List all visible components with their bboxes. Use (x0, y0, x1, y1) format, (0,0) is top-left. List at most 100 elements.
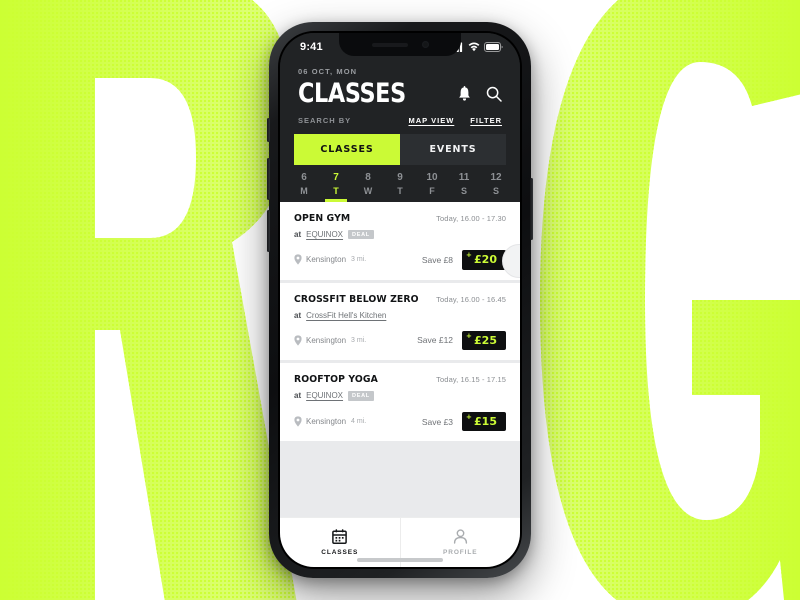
power-button[interactable] (530, 178, 533, 240)
map-view-link[interactable]: MAP VIEW (409, 116, 455, 125)
battery-icon (484, 42, 503, 52)
mute-switch[interactable] (267, 118, 270, 142)
card-header-row: OPEN GYM Today, 16.00 - 17.30 (294, 213, 506, 224)
class-title: ROOFTOP YOGA (294, 374, 378, 386)
front-camera-icon (421, 41, 429, 48)
venue-link[interactable]: EQUINOX (306, 391, 343, 400)
card-venue-row: at CrossFit Hell's Kitchen (294, 311, 506, 320)
at-label: at (294, 391, 302, 401)
venue-link[interactable]: CrossFit Hell's Kitchen (306, 311, 386, 320)
date-item-12[interactable]: 12 S (480, 172, 512, 202)
card-venue-row: at EQUINOX DEAL (294, 391, 506, 401)
volume-up-button[interactable] (267, 158, 270, 200)
phone-device: 9:41 06 OCT, MON CLASSES SEARCH BY MAP V… (267, 22, 533, 578)
filter-link[interactable]: FILTER (470, 116, 502, 125)
location-name: Kensington (306, 335, 347, 345)
date-weekday: F (429, 185, 435, 196)
volume-down-button[interactable] (267, 210, 270, 252)
tab-classes[interactable]: CLASSES (294, 134, 400, 165)
screenshot-stage: 9:41 06 OCT, MON CLASSES SEARCH BY MAP V… (0, 0, 800, 600)
card-footer-row: Kensington 3 mi. Save £12 + £25 (294, 330, 506, 351)
price-badge[interactable]: + £25 (462, 330, 506, 351)
notch (339, 33, 461, 56)
price-group: Save £3 + £15 (421, 411, 506, 432)
earpiece-speaker-icon (371, 42, 408, 47)
class-title: CROSSFIT BELOW ZERO (294, 293, 419, 305)
date-number: 9 (397, 172, 403, 183)
class-card[interactable]: CROSSFIT BELOW ZERO Today, 16.00 - 16.45… (280, 282, 520, 361)
tab-events[interactable]: EVENTS (400, 134, 506, 165)
search-by-row: SEARCH BY MAP VIEW FILTER (298, 116, 502, 134)
deal-badge: DEAL (348, 391, 374, 401)
date-weekday: T (397, 185, 403, 196)
venue-link[interactable]: EQUINOX (306, 230, 343, 239)
segmented-control: CLASSES EVENTS (280, 134, 520, 165)
location-distance: 4 mi. (351, 418, 367, 425)
date-item-7[interactable]: 7 T (320, 172, 352, 202)
date-item-11[interactable]: 11 S (448, 172, 480, 202)
card-header-row: ROOFTOP YOGA Today, 16.15 - 17.15 (294, 374, 506, 385)
page-title: CLASSES (298, 78, 406, 109)
class-card[interactable]: OPEN GYM Today, 16.00 - 17.30 at EQUINOX… (280, 201, 520, 280)
location-pin-icon (294, 416, 302, 427)
savings-label: Save £3 (421, 416, 454, 427)
class-title: OPEN GYM (294, 212, 351, 224)
date-item-9[interactable]: 9 T (384, 172, 416, 202)
price-badge[interactable]: + £15 (462, 411, 506, 432)
price-badge[interactable]: + £20 (462, 250, 506, 270)
calendar-icon (332, 529, 348, 544)
nav-label-classes: CLASSES (321, 549, 359, 556)
bell-icon[interactable] (457, 85, 472, 102)
phone-bezel: 9:41 06 OCT, MON CLASSES SEARCH BY MAP V… (278, 31, 522, 569)
header-link-group: MAP VIEW FILTER (409, 116, 503, 125)
home-indicator[interactable] (357, 558, 443, 562)
date-weekday: W (363, 185, 373, 196)
savings-label: Save £12 (417, 335, 454, 346)
card-footer-row: Kensington 4 mi. Save £3 + £15 (294, 411, 506, 432)
location-group: Kensington 3 mi. (294, 254, 367, 266)
date-number: 7 (333, 172, 339, 183)
date-item-8[interactable]: 8 W (352, 172, 384, 202)
search-by-label: SEARCH BY (298, 116, 352, 125)
price-value: £20 (474, 253, 497, 267)
date-number: 11 (458, 172, 470, 183)
at-label: at (294, 310, 302, 320)
status-bar-time: 9:41 (300, 41, 323, 53)
location-group: Kensington 3 mi. (294, 335, 366, 346)
header-title-row: CLASSES (298, 80, 502, 107)
date-number: 8 (365, 172, 371, 183)
date-item-6[interactable]: 6 M (288, 172, 320, 202)
date-number: 10 (426, 172, 438, 183)
person-icon (453, 529, 467, 544)
class-list[interactable]: OPEN GYM Today, 16.00 - 17.30 at EQUINOX… (280, 201, 520, 517)
location-name: Kensington (306, 417, 347, 426)
search-icon[interactable] (486, 86, 502, 102)
price-prefix: + (466, 251, 472, 260)
location-group: Kensington 4 mi. (294, 416, 366, 427)
app-header: 06 OCT, MON CLASSES SEARCH BY MAP VIEW F… (280, 61, 520, 134)
date-item-10[interactable]: 10 F (416, 172, 448, 202)
location-distance: 3 mi. (351, 336, 367, 344)
price-group: Save £8 + £20 (422, 250, 506, 270)
header-actions (457, 85, 502, 102)
class-time: Today, 16.00 - 16.45 (436, 294, 506, 304)
background-letter-g (540, 0, 800, 600)
card-header-row: CROSSFIT BELOW ZERO Today, 16.00 - 16.45 (294, 294, 506, 305)
price-value: £25 (474, 333, 497, 347)
location-distance: 3 mi. (351, 256, 367, 264)
class-time: Today, 16.00 - 17.30 (436, 213, 506, 223)
bottom-navigation: CLASSES PROFILE (280, 517, 520, 567)
class-time: Today, 16.15 - 17.15 (436, 375, 506, 385)
price-group: Save £12 + £25 (417, 330, 506, 351)
price-prefix: + (466, 412, 472, 421)
class-card[interactable]: ROOFTOP YOGA Today, 16.15 - 17.15 at EQU… (280, 363, 520, 442)
location-pin-icon (294, 254, 302, 266)
card-footer-row: Kensington 3 mi. Save £8 + £20 (294, 250, 506, 270)
deal-badge: DEAL (348, 229, 374, 240)
date-strip: 6 M 7 T 8 W 9 T 10 F 11 S 12 S (280, 165, 520, 202)
card-venue-row: at EQUINOX DEAL (294, 229, 506, 240)
location-name: Kensington (306, 255, 347, 265)
header-date: 06 OCT, MON (298, 67, 358, 76)
date-number: 12 (490, 172, 502, 183)
price-prefix: + (466, 331, 472, 340)
